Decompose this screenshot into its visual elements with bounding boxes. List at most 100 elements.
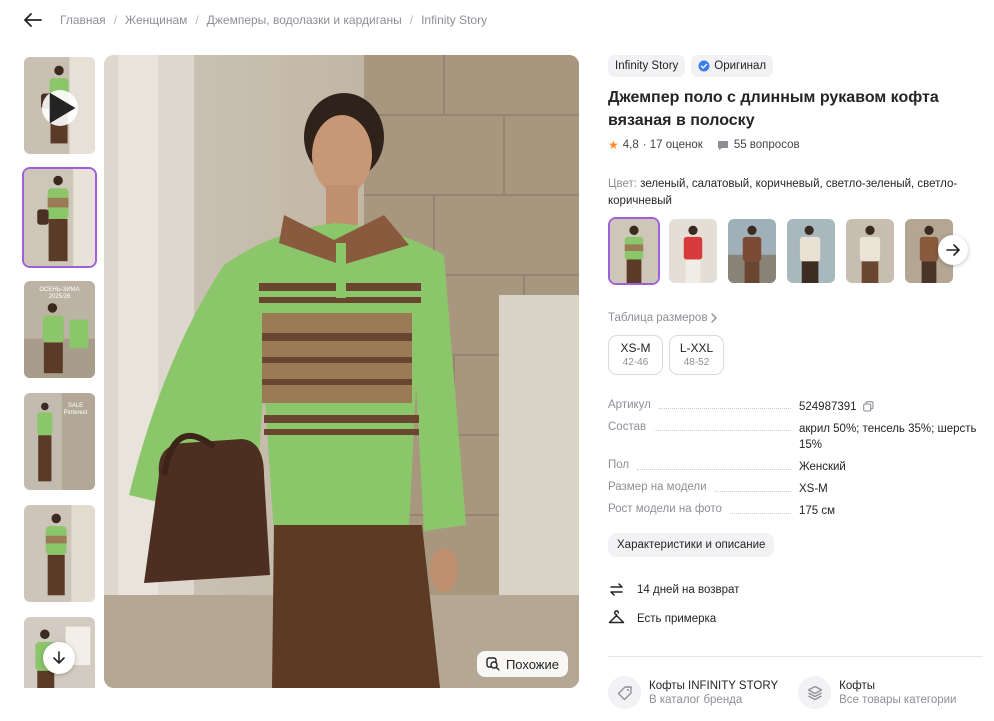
size-label: XS-M	[620, 340, 651, 355]
scroll-down-button[interactable]	[43, 642, 75, 674]
arrow-down-icon	[53, 651, 65, 664]
breadcrumb-separator: /	[409, 13, 414, 27]
rating-value[interactable]: 4,8	[623, 139, 639, 151]
back-arrow-icon	[24, 13, 42, 27]
thumbnail-caption: ОСЕНЬ-ЗИМА 2025/26	[39, 287, 80, 301]
question-icon	[717, 140, 728, 150]
size-range: 48-52	[683, 356, 710, 368]
brand-chip[interactable]: Infinity Story	[608, 55, 686, 77]
thumbnail-caption: SALE Pinterest	[63, 403, 88, 417]
perk-fitting-label: Есть примерка	[637, 612, 717, 625]
spec-value: Женский	[799, 461, 846, 473]
rating-row: ★ 4,8 · 17 оценок 55 вопросов	[608, 138, 984, 152]
size-options: XS-M 42-46 L-XXL 48-52	[608, 334, 984, 375]
swatch-green[interactable]	[608, 216, 660, 285]
perk-return-label: 14 дней на возврат	[637, 583, 740, 596]
similar-label: Похожие	[505, 656, 559, 672]
back-button[interactable]	[22, 9, 44, 31]
spec-row: Рост модели на фото 175 см	[608, 503, 984, 519]
questions-link[interactable]: 55 вопросов	[717, 139, 800, 151]
color-swatches	[608, 216, 984, 285]
product-photo	[104, 55, 579, 688]
spec-row: Состав акрил 50%; тенсель 35%; шерсть 15…	[608, 421, 984, 453]
swatch-image	[728, 218, 776, 283]
main-product-image[interactable]: Похожие	[104, 55, 579, 688]
brand-catalog-link[interactable]: Кофты INFINITY STORY В каталог бренда	[608, 676, 778, 709]
similar-button[interactable]: Похожие	[476, 651, 568, 677]
spec-key: Размер на модели	[608, 481, 707, 494]
spec-row: Размер на модели XS-M	[608, 481, 984, 497]
spec-key: Состав	[608, 420, 647, 433]
thumbnail-photo-selected[interactable]	[22, 167, 97, 268]
spec-row: Артикул 524987391	[608, 399, 984, 415]
color-value: зеленый, салатовый, коричневый, светло-з…	[608, 178, 958, 208]
spec-list: Артикул 524987391 Состав акрил 50%; тенс…	[608, 399, 984, 520]
thumbnail-list: ОСЕНЬ-ЗИМА 2025/26 SALE Pinterest	[22, 55, 98, 688]
spec-value: акрил 50%; тенсель 35%; шерсть 15%	[799, 422, 977, 451]
spec-value: 175 см	[799, 505, 836, 518]
return-arrows-icon	[610, 583, 623, 597]
copy-icon[interactable]	[862, 400, 874, 412]
spec-value: XS-M	[799, 483, 828, 496]
breadcrumb-brand[interactable]: Infinity Story	[421, 13, 487, 27]
chevron-right-icon	[711, 313, 718, 323]
hanger-icon	[608, 610, 625, 624]
brand-catalog-title: Кофты INFINITY STORY	[649, 679, 779, 692]
swatch-image	[787, 218, 835, 283]
thumbnail-photo[interactable]: SALE Pinterest	[22, 391, 97, 492]
swatch-light-green[interactable]	[844, 217, 896, 285]
characteristics-button[interactable]: Характеристики и описание	[608, 533, 775, 558]
breadcrumb: Главная / Женщинам / Джемперы, водолазки…	[22, 8, 487, 32]
brand-chips: Infinity Story Оригинал	[608, 55, 984, 77]
breadcrumb-category[interactable]: Джемперы, водолазки и кардиганы	[207, 13, 402, 27]
play-icon	[49, 92, 76, 124]
brand-catalog-subtitle: В каталог бренда	[649, 693, 743, 706]
breadcrumb-women[interactable]: Женщинам	[125, 13, 187, 27]
color-label: Цвет:	[608, 178, 637, 191]
thumbnail-photo[interactable]: ОСЕНЬ-ЗИМА 2025/26	[22, 279, 97, 380]
category-title: Кофты	[839, 679, 875, 692]
size-table-link[interactable]: Таблица размеров	[608, 312, 984, 324]
arrow-right-icon	[946, 243, 960, 256]
star-icon: ★	[608, 138, 619, 153]
original-chip[interactable]: Оригинал	[691, 55, 774, 77]
size-range: 42-46	[622, 356, 649, 368]
spec-key: Артикул	[608, 398, 651, 411]
rating-count[interactable]: · 17 оценок	[643, 139, 703, 151]
breadcrumb-separator: /	[113, 13, 118, 27]
size-table-label: Таблица размеров	[608, 311, 708, 324]
category-subtitle: Все товары категории	[839, 693, 957, 706]
thumbnail-video[interactable]	[22, 55, 97, 156]
color-row: Цвет: зеленый, салатовый, коричневый, св…	[608, 176, 984, 209]
swatch-beige[interactable]	[785, 217, 837, 285]
size-label: L-XXL	[679, 340, 714, 355]
tag-icon	[617, 685, 632, 700]
swatch-brown[interactable]	[726, 217, 778, 285]
swatch-red[interactable]	[667, 217, 719, 285]
spec-value-sku: 524987391	[799, 400, 857, 413]
spec-key: Пол	[608, 459, 630, 471]
breadcrumb-separator: /	[195, 13, 199, 27]
play-button[interactable]	[42, 90, 78, 126]
thumbnail-photo[interactable]	[22, 503, 97, 604]
size-option[interactable]: L-XXL 48-52	[669, 334, 724, 375]
size-option[interactable]: XS-M 42-46	[608, 334, 663, 375]
layers-icon	[807, 685, 822, 700]
similar-search-icon	[486, 657, 500, 671]
swatches-next-button[interactable]	[938, 234, 968, 265]
perk-return: 14 дней на возврат	[608, 581, 984, 598]
spec-key: Рост модели на фото	[608, 503, 722, 516]
spec-row: Пол Женский	[608, 459, 984, 475]
thumbnail-image	[24, 169, 95, 266]
original-label: Оригинал	[714, 60, 767, 72]
swatch-image	[669, 218, 717, 283]
product-title: Джемпер поло с длинным рукавом кофта вяз…	[608, 89, 939, 130]
swatch-image	[846, 218, 894, 283]
swatch-image	[610, 218, 658, 283]
category-link[interactable]: Кофты Все товары категории	[798, 676, 956, 709]
thumbnail-image	[24, 505, 95, 602]
perk-fitting: Есть примерка	[608, 610, 984, 627]
breadcrumb-home[interactable]: Главная	[60, 13, 106, 27]
product-info: Infinity Story Оригинал Джемпер поло с д…	[608, 55, 984, 627]
divider	[608, 656, 983, 657]
